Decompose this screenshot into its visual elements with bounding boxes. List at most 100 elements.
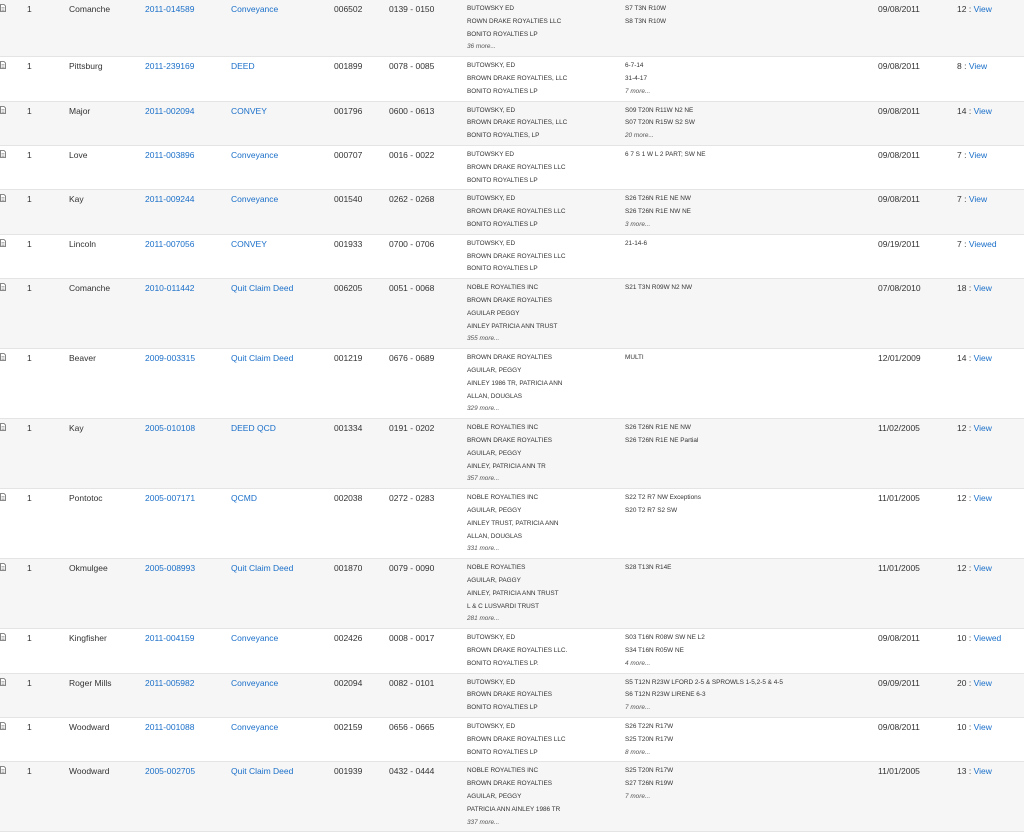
document-icon[interactable] xyxy=(0,423,6,432)
instrument-number-link[interactable]: 2005-008993 xyxy=(145,562,195,574)
instrument-number-link[interactable]: 2011-239169 xyxy=(145,60,194,72)
document-icon[interactable] xyxy=(0,194,6,203)
table-row: 1 Woodward 2011-001088 Conveyance 002159… xyxy=(0,718,1024,763)
page-count-value: 10 xyxy=(957,721,967,732)
view-link[interactable]: View xyxy=(969,150,987,160)
sequence-number: 1 xyxy=(27,283,32,294)
view-link[interactable]: View xyxy=(974,493,992,503)
legal-description-more-link[interactable]: 8 more... xyxy=(625,747,673,760)
instrument-number-link[interactable]: 2005-007171 xyxy=(145,492,195,504)
view-link[interactable]: View xyxy=(974,766,992,776)
view-link[interactable]: View xyxy=(974,353,992,363)
view-link[interactable]: View xyxy=(974,722,992,732)
party-name-more-link[interactable]: 329 more... xyxy=(467,403,562,416)
page-count-value: 7 xyxy=(957,149,962,160)
view-link[interactable]: Viewed xyxy=(974,633,1002,643)
view-link[interactable]: View xyxy=(974,4,992,14)
party-name-more-link[interactable]: 331 more... xyxy=(467,543,559,556)
table-row: 1 Pontotoc 2005-007171 QCMD 002038 0272 … xyxy=(0,489,1024,560)
document-type-link[interactable]: Quit Claim Deed xyxy=(231,765,293,777)
legal-description-more-link[interactable]: 7 more... xyxy=(625,791,673,804)
view-link[interactable]: Viewed xyxy=(969,239,997,249)
view-link[interactable]: View xyxy=(969,194,987,204)
document-icon[interactable] xyxy=(0,4,6,12)
party-name-more-link[interactable]: 281 more... xyxy=(467,613,559,626)
document-icon[interactable] xyxy=(0,493,6,502)
view-link[interactable]: View xyxy=(974,563,992,573)
legal-description-line: S26 T26N R1E NE NW xyxy=(625,424,691,432)
document-icon[interactable] xyxy=(0,105,6,114)
view-link[interactable]: View xyxy=(974,423,992,433)
document-icon[interactable] xyxy=(0,238,6,247)
document-type-link[interactable]: Conveyance xyxy=(231,721,278,733)
legal-description-more-link[interactable]: 3 more... xyxy=(625,219,691,232)
results-table: 1 Comanche 2011-014589 Conveyance 006502… xyxy=(0,0,1024,832)
book-number: 001939 xyxy=(334,766,363,777)
document-icon[interactable] xyxy=(0,61,6,70)
page-count-value: 12 xyxy=(957,4,967,14)
party-name-line: BUTOWSKY, ED xyxy=(467,239,516,247)
document-icon[interactable] xyxy=(0,722,6,730)
legal-description-line: S07 T20N R15W S2 SW xyxy=(625,119,695,127)
book-number: 001870 xyxy=(334,563,363,574)
instrument-number-link[interactable]: 2011-001088 xyxy=(145,721,194,733)
party-name-more-link[interactable]: 36 more... xyxy=(467,41,561,54)
instrument-number-link[interactable]: 2011-009244 xyxy=(145,193,194,205)
document-type-link[interactable]: QCMD xyxy=(231,492,257,504)
page-count-value: 12 xyxy=(957,563,967,574)
document-type-link[interactable]: Quit Claim Deed xyxy=(231,562,293,574)
instrument-number-link[interactable]: 2005-002705 xyxy=(145,765,195,777)
party-names: NOBLE ROYALTIES AGUILAR, PAGGY AINLEY, PAT… xyxy=(467,562,559,626)
party-name-more-link[interactable]: 355 more... xyxy=(467,333,557,346)
sequence-number: 1 xyxy=(27,149,32,160)
instrument-number-link[interactable]: 2011-007056 xyxy=(145,238,194,250)
document-type-link[interactable]: CONVEY xyxy=(231,105,267,117)
document-icon[interactable] xyxy=(0,283,6,292)
legal-descriptions: S28 T13N R14E xyxy=(625,562,671,575)
instrument-number-link[interactable]: 2011-004159 xyxy=(145,632,194,644)
party-name-more-link[interactable]: 357 more... xyxy=(467,473,552,486)
document-icon[interactable] xyxy=(0,633,6,642)
party-name-line: AGUILAR, PEGGY xyxy=(467,366,522,374)
instrument-number-link[interactable]: 2005-010108 xyxy=(145,422,195,434)
page-range: 0432 - 0444 xyxy=(389,766,435,777)
document-type-link[interactable]: Quit Claim Deed xyxy=(231,282,293,294)
instrument-number-link[interactable]: 2010-011442 xyxy=(145,282,194,294)
document-icon[interactable] xyxy=(0,677,6,686)
sequence-number: 1 xyxy=(27,721,32,732)
document-type-link[interactable]: Quit Claim Deed xyxy=(231,352,293,364)
document-type-link[interactable]: CONVEY xyxy=(231,238,267,250)
legal-description-more-link[interactable]: 20 more... xyxy=(625,130,695,143)
document-type-link[interactable]: Conveyance xyxy=(231,149,278,161)
legal-description-more-link[interactable]: 7 more... xyxy=(625,86,650,99)
legal-description-line: 6 7 S 1 W L 2 PART; SW NE xyxy=(625,150,706,158)
view-link[interactable]: View xyxy=(974,678,992,688)
legal-description-more-link[interactable]: 7 more... xyxy=(625,702,783,715)
instrument-number-link[interactable]: 2011-002094 xyxy=(145,105,194,117)
instrument-number-link[interactable]: 2011-003896 xyxy=(145,149,194,161)
legal-description-more-link[interactable]: 4 more... xyxy=(625,658,705,671)
view-link[interactable]: View xyxy=(974,283,992,293)
document-type-link[interactable]: Conveyance xyxy=(231,677,278,689)
instrument-number-link[interactable]: 2011-014589 xyxy=(145,3,194,15)
view-link[interactable]: View xyxy=(969,61,987,71)
party-name-line: AINLEY TRUST, PATRICIA ANN xyxy=(467,519,559,527)
party-name-more-link[interactable]: 337 more... xyxy=(467,817,560,830)
page-range: 0656 - 0665 xyxy=(389,721,435,732)
document-type-link[interactable]: Conveyance xyxy=(231,193,278,205)
document-icon[interactable] xyxy=(0,563,6,572)
table-row: 1 Kay 2005-010108 DEED QCD 001334 0191 -… xyxy=(0,419,1024,490)
page-range: 0079 - 0090 xyxy=(389,563,435,574)
document-icon[interactable] xyxy=(0,150,6,158)
document-type-link[interactable]: DEED xyxy=(231,60,255,72)
document-type-link[interactable]: DEED QCD xyxy=(231,422,276,434)
party-name-line: BROWN DRAKE ROYALTIES LLC xyxy=(467,735,566,743)
document-type-link[interactable]: Conveyance xyxy=(231,632,278,644)
document-type-link[interactable]: Conveyance xyxy=(231,3,278,15)
document-icon[interactable] xyxy=(0,353,6,362)
party-names: BUTOWSKY, ED BROWN DRAKE ROYALTIES BONITO … xyxy=(467,677,552,715)
document-icon[interactable] xyxy=(0,766,6,775)
instrument-number-link[interactable]: 2011-005982 xyxy=(145,677,194,689)
instrument-number-link[interactable]: 2009-003315 xyxy=(145,352,195,364)
view-link[interactable]: View xyxy=(974,106,992,116)
